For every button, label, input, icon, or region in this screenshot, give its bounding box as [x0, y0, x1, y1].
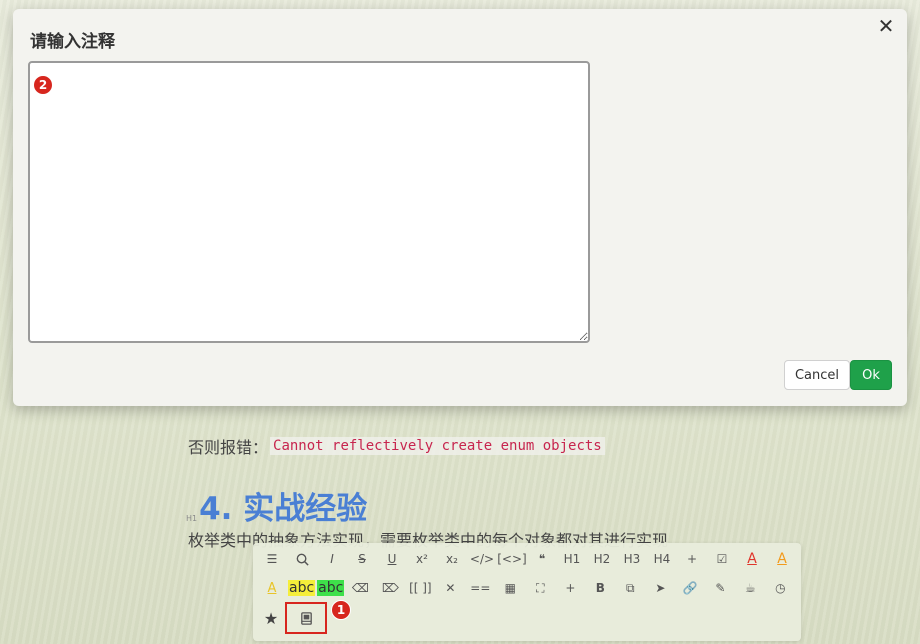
- copy-icon[interactable]: ⧉: [615, 574, 645, 602]
- inline-code-icon[interactable]: </>: [467, 545, 497, 573]
- heading4-icon[interactable]: H4: [647, 545, 677, 573]
- annotation-book-icon[interactable]: [285, 602, 327, 634]
- toolbar-row-3: ★: [257, 602, 327, 634]
- heading1-icon[interactable]: H1: [557, 545, 587, 573]
- highlight-yellow-sample: abc: [288, 580, 316, 596]
- step-marker-1: 1: [331, 600, 351, 620]
- wikilink-icon[interactable]: [[ ]]: [405, 574, 435, 602]
- pen-icon[interactable]: ✎: [705, 574, 735, 602]
- highlight-green-sample: abc: [317, 580, 345, 596]
- clear-format-icon[interactable]: ⌦: [375, 574, 405, 602]
- heading2-icon[interactable]: H2: [587, 545, 617, 573]
- font-color-yellow-icon[interactable]: A: [257, 574, 287, 602]
- format-toolbar: ☰ I S Ux² x₂ </> [<>] ❝ H1 H2 H3 H4 + ☑ A A A abc abc ⌫…: [253, 543, 801, 641]
- coffee-icon[interactable]: ☕: [735, 574, 765, 602]
- annotation-dialog: 请输入注释 ✕ 2 Cancel Ok: [13, 9, 907, 406]
- dialog-title: 请输入注释: [30, 32, 115, 52]
- heading3-icon[interactable]: H3: [617, 545, 647, 573]
- mark-icon[interactable]: ==: [465, 574, 495, 602]
- quote-icon[interactable]: ❝: [527, 545, 557, 573]
- close-icon[interactable]: ✕: [875, 14, 897, 38]
- error-line: 否则报错： Cannot reflectively create enum ob…: [188, 434, 605, 458]
- superscript-icon[interactable]: x²: [407, 545, 437, 573]
- link-icon[interactable]: 🔗: [675, 574, 705, 602]
- list-icon[interactable]: ☰: [257, 545, 287, 573]
- checkbox-icon[interactable]: ☑: [707, 545, 737, 573]
- subscript-icon[interactable]: x₂: [437, 545, 467, 573]
- error-prefix: 否则报错：: [188, 438, 269, 457]
- scan-icon[interactable]: ⛶: [525, 574, 555, 602]
- ok-button[interactable]: Ok: [850, 360, 892, 390]
- font-color-orange-icon[interactable]: A: [767, 545, 797, 573]
- font-color-red-icon[interactable]: A: [737, 545, 767, 573]
- star-icon[interactable]: ★: [257, 604, 285, 632]
- section-heading: H1 4. 实战经验: [186, 483, 367, 528]
- strikethrough-icon[interactable]: S: [347, 545, 377, 573]
- close-format-icon[interactable]: ✕: [435, 574, 465, 602]
- cancel-button[interactable]: Cancel: [784, 360, 850, 390]
- heading-level-tag: H1: [186, 514, 198, 523]
- code-block-icon[interactable]: [<>]: [497, 545, 527, 573]
- bold-icon[interactable]: B: [585, 574, 615, 602]
- toolbar-row-1: ☰ I S Ux² x₂ </> [<>] ❝ H1 H2 H3 H4 + ☑ A A: [257, 545, 797, 573]
- send-icon[interactable]: ➤: [645, 574, 675, 602]
- search-icon[interactable]: [287, 545, 317, 573]
- toolbar-row-2: A abc abc ⌫ ⌦[[ ]] ✕ == ▦ ⛶ + B ⧉ ➤ 🔗 ✎ ☕ ◷: [257, 574, 795, 602]
- error-code: Cannot reflectively create enum objects: [270, 437, 605, 455]
- table-icon[interactable]: ▦: [495, 574, 525, 602]
- italic-icon[interactable]: I: [317, 545, 347, 573]
- heading-text: 4. 实战经验: [199, 491, 368, 527]
- insert-file-icon[interactable]: +: [677, 545, 707, 573]
- highlight-yellow-button[interactable]: abc: [287, 574, 316, 602]
- underline-icon[interactable]: U: [377, 545, 407, 573]
- eraser-icon[interactable]: ⌫: [345, 574, 375, 602]
- clock-icon[interactable]: ◷: [765, 574, 795, 602]
- step-marker-2: 2: [33, 75, 53, 95]
- highlight-green-button[interactable]: abc: [316, 574, 345, 602]
- new-note-icon[interactable]: +: [555, 574, 585, 602]
- annotation-textarea[interactable]: [28, 61, 590, 343]
